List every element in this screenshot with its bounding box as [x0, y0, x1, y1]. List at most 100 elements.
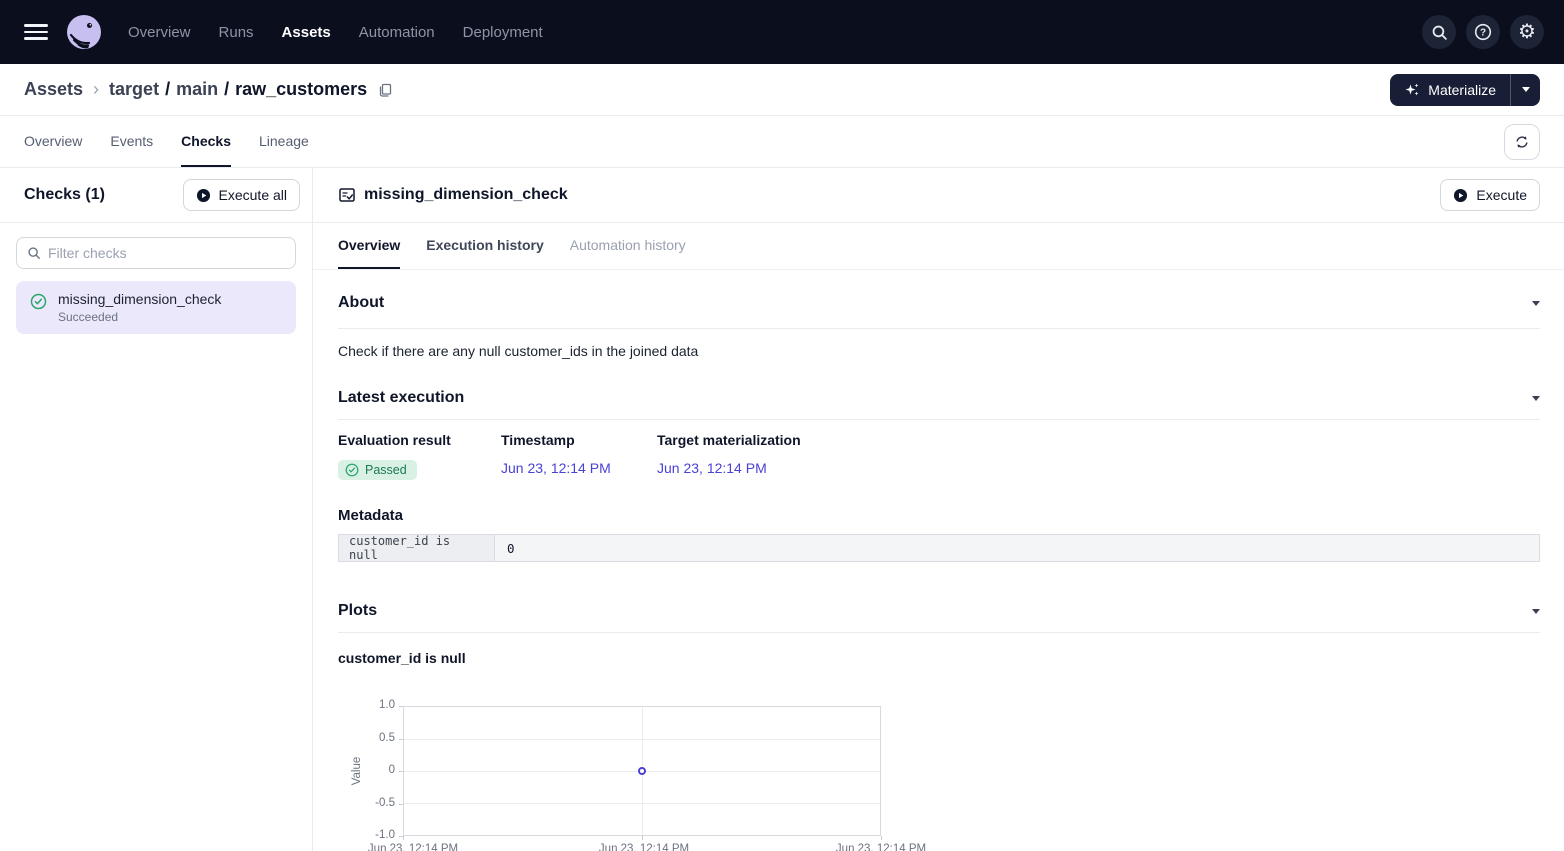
- about-section: About Check if there are any null custom…: [338, 290, 1540, 361]
- y-tick: -1.0: [345, 829, 395, 841]
- svg-text:?: ?: [1480, 28, 1486, 39]
- check-detail-panel: missing_dimension_check Execute Overview…: [313, 168, 1564, 851]
- check-item-status: Succeeded: [58, 310, 221, 324]
- plots-title: Plots: [338, 598, 377, 624]
- x-tick: Jun 23, 12:14 PM: [368, 843, 458, 851]
- execute-button[interactable]: Execute: [1440, 179, 1540, 211]
- tab-automation-history[interactable]: Automation history: [570, 223, 686, 269]
- search-button[interactable]: [1422, 15, 1456, 49]
- data-point[interactable]: [638, 767, 646, 775]
- tab-overview[interactable]: Overview: [24, 116, 82, 167]
- play-icon: [1453, 188, 1468, 203]
- breadcrumb-assets-link[interactable]: Assets: [24, 79, 83, 100]
- sparkle-icon: [1404, 82, 1420, 98]
- nav-overview[interactable]: Overview: [128, 24, 191, 41]
- latest-execution-section: Latest execution Evaluation result: [338, 385, 1540, 562]
- execute-all-label: Execute all: [219, 187, 287, 203]
- execute-label: Execute: [1476, 187, 1527, 203]
- top-nav: Overview Runs Assets Automation Deployme…: [0, 0, 1564, 64]
- metric-plot: Value 1.0 0.5 0 -0.5 -1.0: [338, 700, 1540, 851]
- materialize-dropdown-button[interactable]: [1510, 74, 1540, 106]
- execute-all-button[interactable]: Execute all: [183, 179, 300, 211]
- play-icon: [196, 188, 211, 203]
- breadcrumb-asset-name: raw_customers: [235, 79, 367, 100]
- y-tick: -0.5: [345, 797, 395, 809]
- materialize-label: Materialize: [1428, 82, 1496, 98]
- collapse-caret-icon[interactable]: [1532, 396, 1540, 401]
- plots-section: Plots customer_id is null Value 1.0 0.5 …: [338, 598, 1540, 851]
- check-item-name: missing_dimension_check: [58, 291, 221, 307]
- breadcrumb-path-main[interactable]: main: [176, 79, 218, 100]
- search-icon: [27, 246, 41, 260]
- check-detail-tabs: Overview Execution history Automation hi…: [313, 223, 1564, 270]
- metadata-key: customer_id is null: [339, 535, 495, 561]
- asset-check-icon: [338, 186, 356, 204]
- metadata-title: Metadata: [338, 507, 1540, 524]
- tab-lineage[interactable]: Lineage: [259, 116, 309, 167]
- breadcrumb-path-target[interactable]: target: [109, 79, 159, 100]
- asset-tabs: Overview Events Checks Lineage: [0, 116, 1564, 168]
- y-tick: 0: [345, 764, 395, 776]
- primary-nav: Overview Runs Assets Automation Deployme…: [128, 24, 543, 41]
- target-materialization-link[interactable]: Jun 23, 12:14 PM: [657, 460, 767, 476]
- materialize-split-button: Materialize: [1390, 74, 1540, 106]
- copy-button[interactable]: [377, 82, 393, 98]
- filter-checks-input[interactable]: [48, 245, 285, 261]
- about-description: Check if there are any null customer_ids…: [338, 342, 1540, 361]
- nav-automation[interactable]: Automation: [359, 24, 435, 41]
- latest-execution-title: Latest execution: [338, 385, 464, 411]
- collapse-caret-icon[interactable]: [1532, 609, 1540, 614]
- column-timestamp: Timestamp: [501, 432, 657, 449]
- check-detail-title: missing_dimension_check: [364, 186, 568, 204]
- breadcrumb-row: Assets › target / main / raw_customers M…: [0, 64, 1564, 116]
- divider: [338, 419, 1540, 420]
- x-tick: Jun 23, 12:14 PM: [836, 843, 926, 851]
- chevron-down-icon: [1522, 87, 1530, 92]
- divider: [338, 632, 1540, 633]
- settings-button[interactable]: ⚙: [1510, 15, 1544, 49]
- metadata-value: 0: [495, 535, 1539, 561]
- tab-execution-history[interactable]: Execution history: [426, 223, 543, 269]
- y-tick: 1.0: [345, 699, 395, 711]
- timestamp-link[interactable]: Jun 23, 12:14 PM: [501, 460, 611, 476]
- checks-panel: Checks (1) Execute all: [0, 168, 313, 851]
- breadcrumb-slash: /: [224, 79, 229, 100]
- nav-runs[interactable]: Runs: [219, 24, 254, 41]
- check-circle-icon: [345, 463, 359, 477]
- help-icon: ?: [1474, 23, 1492, 41]
- gear-icon: ⚙: [1518, 22, 1536, 42]
- passed-badge: Passed: [338, 460, 417, 480]
- materialize-button[interactable]: Materialize: [1390, 74, 1510, 106]
- nav-deployment[interactable]: Deployment: [463, 24, 543, 41]
- column-target-materialization: Target materialization: [657, 432, 801, 449]
- collapse-caret-icon[interactable]: [1532, 301, 1540, 306]
- metadata-table: customer_id is null 0: [338, 534, 1540, 562]
- nav-assets[interactable]: Assets: [282, 24, 331, 41]
- tab-check-overview[interactable]: Overview: [338, 223, 400, 269]
- about-title: About: [338, 290, 384, 316]
- y-tick: 0.5: [345, 732, 395, 744]
- copy-icon: [377, 82, 393, 98]
- check-circle-icon: [30, 293, 47, 310]
- menu-icon[interactable]: [24, 24, 48, 40]
- breadcrumb-chevron-icon: ›: [93, 79, 99, 100]
- checks-panel-title: Checks (1): [24, 186, 105, 204]
- search-icon: [1431, 24, 1448, 41]
- tab-events[interactable]: Events: [110, 116, 153, 167]
- divider: [338, 328, 1540, 329]
- x-tick-mark: [881, 836, 882, 840]
- passed-label: Passed: [365, 463, 407, 477]
- tab-checks[interactable]: Checks: [181, 116, 231, 167]
- help-button[interactable]: ?: [1466, 15, 1500, 49]
- breadcrumb-slash: /: [165, 79, 170, 100]
- filter-checks-field: [16, 237, 296, 269]
- refresh-button[interactable]: [1504, 124, 1540, 160]
- dagster-logo-icon[interactable]: [66, 14, 102, 50]
- x-tick-mark: [403, 836, 404, 840]
- x-tick-mark: [642, 836, 643, 840]
- plot-area: [403, 706, 881, 836]
- plot-title: customer_id is null: [338, 650, 1540, 667]
- column-evaluation-result: Evaluation result: [338, 432, 501, 449]
- check-list-item[interactable]: missing_dimension_check Succeeded: [16, 281, 296, 334]
- x-tick: Jun 23, 12:14 PM: [599, 843, 689, 851]
